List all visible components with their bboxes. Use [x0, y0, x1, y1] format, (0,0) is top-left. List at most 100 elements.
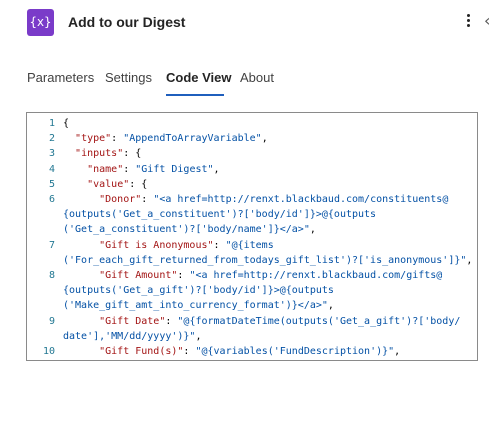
- json-punctuation: :: [165, 315, 178, 327]
- code-text: ('Make_gift_amt_into_currency_format')}<…: [63, 298, 334, 313]
- json-punctuation: :: [183, 346, 196, 357]
- line-number: 2: [48, 133, 55, 145]
- json-punctuation: : {: [123, 148, 142, 160]
- code-line[interactable]: 1{: [27, 116, 477, 131]
- json-punctuation: [63, 133, 75, 144]
- json-string: ('Get_a_constituent')?['body/name']}</a>…: [63, 224, 310, 236]
- json-string: "<a href=http://renxt.blackbaud.com/gift…: [189, 270, 443, 281]
- json-punctuation: [63, 164, 87, 175]
- more-vertical-icon[interactable]: [464, 12, 472, 32]
- chevron-left-icon[interactable]: ‹: [484, 13, 490, 29]
- line-number: 3: [48, 148, 55, 160]
- code-line[interactable]: 9 "Gift Date": "@{formatDateTime(outputs…: [27, 314, 477, 329]
- code-line[interactable]: 5 "value": {: [27, 177, 477, 192]
- code-text: {: [63, 116, 69, 131]
- json-punctuation: : {: [129, 178, 148, 190]
- code-text: "Payment Method": "@{variables('Pay Meth…: [63, 359, 382, 360]
- code-line[interactable]: ('For_each_gift_returned_from_todays_gif…: [27, 253, 477, 268]
- code-line[interactable]: 2 "type": "AppendToArrayVariable",: [27, 131, 477, 146]
- code-line[interactable]: {outputs('Get_a_constituent')?['body/id'…: [27, 207, 477, 222]
- line-number: 4: [48, 163, 55, 175]
- code-text: "name": "Gift Digest",: [63, 162, 220, 177]
- code-line[interactable]: ('Make_gift_amt_into_currency_format')}<…: [27, 298, 477, 313]
- code-line[interactable]: 6 "Donor": "<a href=http://renxt.blackba…: [27, 192, 477, 207]
- code-text: ('For_each_gift_returned_from_todays_gif…: [63, 253, 472, 268]
- json-key: "inputs": [75, 148, 124, 160]
- code-line[interactable]: 11 "Payment Method": "@{variables('Pay M…: [27, 359, 477, 360]
- json-punctuation: :: [111, 133, 124, 145]
- code-line[interactable]: date'],'MM/dd/yyyy')}",: [27, 329, 477, 344]
- json-string: "@{items: [225, 239, 274, 251]
- json-punctuation: ,: [466, 254, 473, 266]
- tab-code-view[interactable]: Code View: [166, 70, 232, 85]
- json-punctuation: ,: [261, 133, 268, 145]
- line-number: 8: [48, 270, 55, 281]
- json-punctuation: [63, 240, 99, 251]
- code-text: "inputs": {: [63, 146, 141, 161]
- json-punctuation: [63, 270, 99, 281]
- line-number: 11: [27, 359, 55, 360]
- code-line[interactable]: 3 "inputs": {: [27, 146, 477, 161]
- variable-icon: {x}: [27, 9, 54, 36]
- json-punctuation: ,: [327, 300, 334, 312]
- json-punctuation: [63, 346, 99, 357]
- tab-settings[interactable]: Settings: [105, 70, 152, 85]
- code-line[interactable]: 4 "name": "Gift Digest",: [27, 162, 477, 177]
- code-text: date'],'MM/dd/yyyy')}",: [63, 329, 201, 344]
- json-punctuation: [63, 316, 99, 327]
- code-line[interactable]: ('Get_a_constituent')?['body/name']}</a>…: [27, 222, 477, 237]
- json-key: "name": [87, 163, 124, 175]
- line-number: 5: [48, 178, 55, 190]
- json-string: {outputs('Get_a_gift')?['body/id']}>@{ou…: [63, 285, 334, 297]
- json-string: {outputs('Get_a_constituent')?['body/id'…: [63, 209, 377, 221]
- json-string: "Gift Digest": [135, 163, 214, 175]
- tab-parameters[interactable]: Parameters: [27, 70, 94, 85]
- active-tab-indicator: [166, 94, 224, 96]
- json-string: "@{variables('FundDescription')}": [195, 346, 395, 357]
- code-line[interactable]: 8 "Gift Amount": "<a href=http://renxt.b…: [27, 268, 477, 283]
- line-number: 9: [48, 315, 55, 327]
- json-punctuation: [63, 148, 75, 159]
- line-number: 7: [48, 239, 55, 251]
- json-string: "AppendToArrayVariable": [123, 133, 262, 145]
- code-line[interactable]: 10 "Gift Fund(s)": "@{variables('FundDes…: [27, 344, 477, 359]
- line-number: 6: [48, 194, 55, 205]
- code-text: {outputs('Get_a_gift')?['body/id']}>@{ou…: [63, 283, 334, 298]
- code-text: "Gift Fund(s)": "@{variables('FundDescri…: [63, 344, 400, 359]
- json-key: "Gift Fund(s)": [99, 346, 184, 357]
- json-punctuation: {: [63, 118, 70, 129]
- json-punctuation: ,: [394, 346, 401, 357]
- json-key: "Donor": [99, 194, 142, 205]
- line-number: 1: [48, 118, 55, 129]
- code-text: "Gift Date": "@{formatDateTime(outputs('…: [63, 314, 460, 329]
- json-punctuation: [63, 194, 99, 205]
- json-key: "Gift is Anonymous": [99, 239, 214, 251]
- json-string: date'],'MM/dd/yyyy')}": [63, 330, 196, 342]
- code-text: "value": {: [63, 177, 147, 192]
- json-string: "<a href=http://renxt.blackbaud.com/cons…: [153, 194, 449, 205]
- json-key: "Gift Amount": [99, 270, 178, 281]
- code-text: "Gift is Anonymous": "@{items: [63, 238, 274, 253]
- json-key: "value": [87, 178, 130, 190]
- json-punctuation: [63, 179, 87, 190]
- json-punctuation: :: [213, 239, 226, 251]
- json-punctuation: ,: [309, 224, 316, 236]
- code-line[interactable]: {outputs('Get_a_gift')?['body/id']}>@{ou…: [27, 283, 477, 298]
- action-title[interactable]: Add to our Digest: [68, 14, 185, 30]
- json-string: ('For_each_gift_returned_from_todays_gif…: [63, 254, 467, 266]
- json-string: "@{formatDateTime(outputs('Get_a_gift')?…: [177, 315, 461, 327]
- code-text: "Gift Amount": "<a href=http://renxt.bla…: [63, 268, 442, 283]
- json-key: "Gift Date": [99, 315, 166, 327]
- json-punctuation: :: [177, 270, 190, 281]
- code-line[interactable]: 7 "Gift is Anonymous": "@{items: [27, 238, 477, 253]
- json-punctuation: ,: [213, 163, 220, 175]
- action-header: {x} Add to our Digest ‹: [0, 0, 500, 50]
- tab-about[interactable]: About: [240, 70, 274, 85]
- json-punctuation: :: [123, 163, 136, 175]
- line-number: 10: [42, 346, 55, 357]
- code-text: {outputs('Get_a_constituent')?['body/id'…: [63, 207, 376, 222]
- code-editor[interactable]: 1{2 "type": "AppendToArrayVariable", 3 "i…: [26, 112, 478, 361]
- code-text: "type": "AppendToArrayVariable",: [63, 131, 268, 146]
- code-text: "Donor": "<a href=http://renxt.blackbaud…: [63, 192, 448, 207]
- json-key: "type": [75, 133, 112, 145]
